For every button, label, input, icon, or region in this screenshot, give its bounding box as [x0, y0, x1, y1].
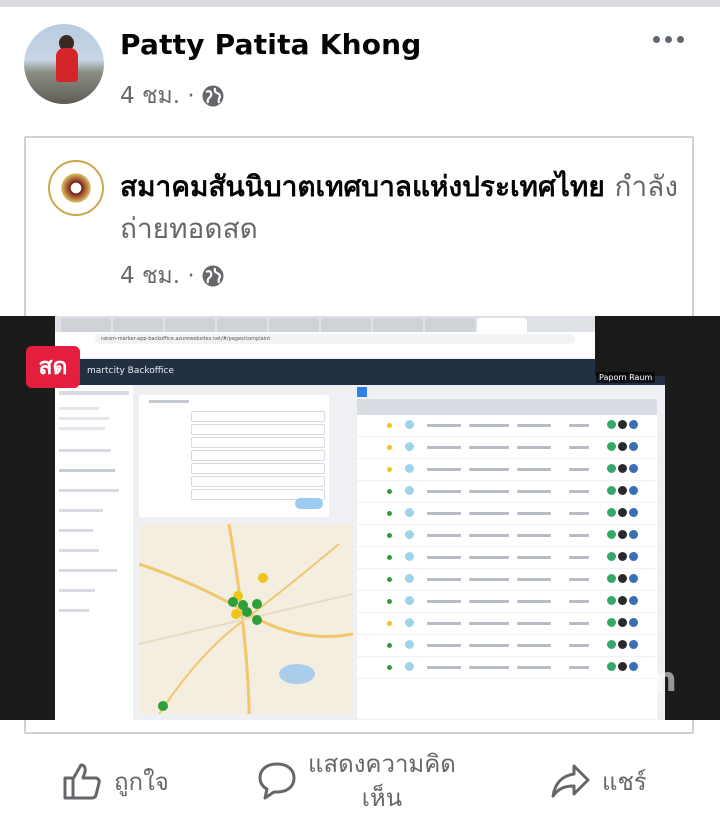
browser-tabs	[55, 316, 665, 332]
globe-icon	[202, 265, 224, 287]
browser-url: ratom-marker-app-backoffice.azurewebsite…	[95, 334, 575, 344]
post-action-bar: ถูกใจ แสดงความคิด เห็น แชร์	[0, 735, 720, 827]
backoffice-title: martcity Backoffice	[87, 366, 174, 376]
shared-page-header: สมาคมสันนิบาตเทศบาลแห่งประเทศไทย กำลังถ่…	[120, 166, 680, 250]
shared-time[interactable]: 4 ชม. ·	[120, 258, 195, 294]
comment-label-line2: เห็น	[361, 784, 403, 812]
live-badge: สด	[26, 346, 80, 388]
author-avatar[interactable]	[24, 24, 104, 104]
shared-page-name[interactable]: สมาคมสันนิบาตเทศบาลแห่งประเทศไทย	[120, 170, 605, 203]
thumbs-up-icon	[63, 763, 101, 800]
post-header	[0, 7, 720, 127]
screen-share-browser: ratom-marker-app-backoffice.azurewebsite…	[55, 316, 665, 720]
browser-bookmarks-bar	[55, 346, 665, 359]
table-header	[357, 399, 657, 415]
post-meta: 4 ชม. ·	[120, 78, 225, 114]
complaint-filter-panel	[139, 395, 329, 517]
post-time[interactable]: 4 ชม. ·	[120, 78, 195, 114]
browser-address-bar: ratom-marker-app-backoffice.azurewebsite…	[55, 332, 665, 347]
table-pager	[357, 387, 367, 397]
more-dots-icon	[653, 36, 660, 43]
top-divider	[0, 0, 720, 7]
zoom-watermark: zoom	[578, 660, 677, 700]
author-name[interactable]: Patty Patita Khong	[120, 28, 422, 61]
complaint-map	[139, 524, 353, 714]
comment-bubble-icon	[258, 762, 296, 800]
page-logo[interactable]	[48, 160, 104, 216]
like-label: ถูกใจ	[114, 767, 169, 796]
filter-search-button	[295, 498, 323, 509]
like-button[interactable]: ถูกใจ	[62, 735, 169, 827]
participant-name: Paporn Raum	[596, 372, 656, 383]
backoffice-sidebar	[55, 385, 134, 720]
share-arrow-icon	[551, 764, 590, 798]
share-label: แชร์	[602, 767, 647, 796]
shared-meta: 4 ชม. ·	[120, 258, 225, 294]
globe-icon	[202, 85, 224, 107]
comment-label-line1: แสดงความคิด	[308, 750, 456, 778]
more-options-button[interactable]	[653, 36, 684, 43]
share-button[interactable]: แชร์	[550, 735, 647, 827]
participant-camera-panel	[595, 316, 720, 376]
comment-button[interactable]: แสดงความคิด เห็น	[256, 735, 456, 827]
backoffice-app-bar: martcity Backoffice	[55, 359, 665, 385]
